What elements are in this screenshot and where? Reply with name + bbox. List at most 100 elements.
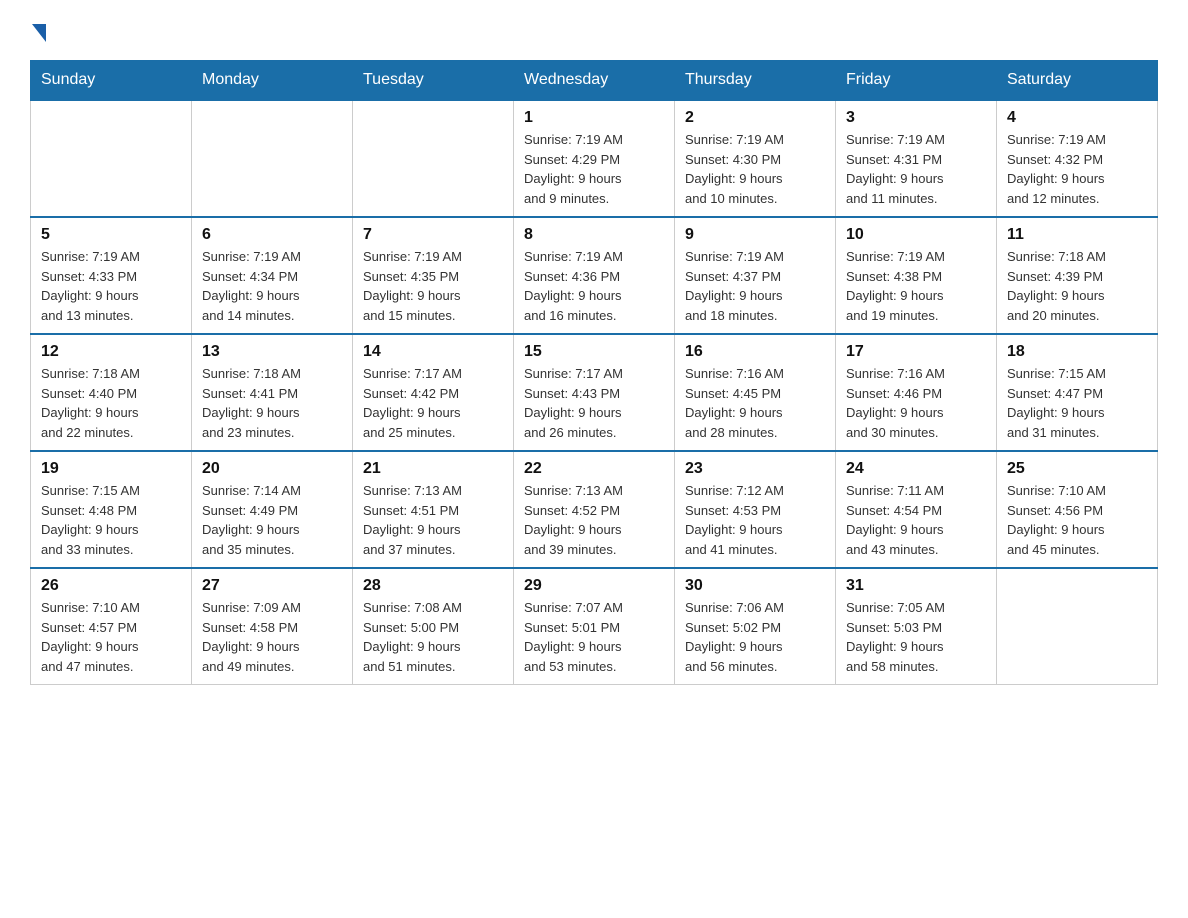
day-info: Sunrise: 7:19 AM Sunset: 4:31 PM Dayligh… — [846, 130, 986, 208]
weekday-header-wednesday: Wednesday — [514, 61, 675, 101]
day-number: 28 — [363, 577, 503, 595]
day-info: Sunrise: 7:19 AM Sunset: 4:30 PM Dayligh… — [685, 130, 825, 208]
calendar-cell: 28 Sunrise: 7:08 AM Sunset: 5:00 PM Dayli… — [353, 568, 514, 685]
day-number: 1 — [524, 109, 664, 127]
day-info: Sunrise: 7:19 AM Sunset: 4:34 PM Dayligh… — [202, 247, 342, 325]
calendar-cell: 3 Sunrise: 7:19 AM Sunset: 4:31 PM Daylig… — [836, 100, 997, 217]
day-info: Sunrise: 7:19 AM Sunset: 4:29 PM Dayligh… — [524, 130, 664, 208]
calendar-table: SundayMondayTuesdayWednesdayThursdayFrid… — [30, 60, 1158, 685]
day-info: Sunrise: 7:12 AM Sunset: 4:53 PM Dayligh… — [685, 481, 825, 559]
day-info: Sunrise: 7:14 AM Sunset: 4:49 PM Dayligh… — [202, 481, 342, 559]
day-info: Sunrise: 7:16 AM Sunset: 4:46 PM Dayligh… — [846, 364, 986, 442]
calendar-cell — [31, 100, 192, 217]
day-info: Sunrise: 7:06 AM Sunset: 5:02 PM Dayligh… — [685, 598, 825, 676]
day-info: Sunrise: 7:19 AM Sunset: 4:35 PM Dayligh… — [363, 247, 503, 325]
day-number: 31 — [846, 577, 986, 595]
day-number: 13 — [202, 343, 342, 361]
day-number: 17 — [846, 343, 986, 361]
calendar-cell: 11 Sunrise: 7:18 AM Sunset: 4:39 PM Dayli… — [997, 217, 1158, 334]
calendar-cell: 23Sunrise: 7:12 AM Sunset: 4:53 PM Dayli… — [675, 451, 836, 568]
calendar-week-row: 12 Sunrise: 7:18 AM Sunset: 4:40 PM Dayli… — [31, 334, 1158, 451]
calendar-cell: 25 Sunrise: 7:10 AM Sunset: 4:56 PM Dayli… — [997, 451, 1158, 568]
day-info: Sunrise: 7:16 AM Sunset: 4:45 PM Dayligh… — [685, 364, 825, 442]
calendar-cell: 12 Sunrise: 7:18 AM Sunset: 4:40 PM Dayli… — [31, 334, 192, 451]
calendar-cell — [997, 568, 1158, 685]
day-info: Sunrise: 7:18 AM Sunset: 4:40 PM Dayligh… — [41, 364, 181, 442]
calendar-cell: 13 Sunrise: 7:18 AM Sunset: 4:41 PM Dayli… — [192, 334, 353, 451]
calendar-week-row: 1 Sunrise: 7:19 AM Sunset: 4:29 PM Daylig… — [31, 100, 1158, 217]
day-number: 20 — [202, 460, 342, 478]
day-number: 15 — [524, 343, 664, 361]
calendar-cell: 21Sunrise: 7:13 AM Sunset: 4:51 PM Dayli… — [353, 451, 514, 568]
day-info: Sunrise: 7:11 AM Sunset: 4:54 PM Dayligh… — [846, 481, 986, 559]
day-number: 12 — [41, 343, 181, 361]
day-number: 27 — [202, 577, 342, 595]
day-number: 21 — [363, 460, 503, 478]
calendar-cell: 10 Sunrise: 7:19 AM Sunset: 4:38 PM Dayli… — [836, 217, 997, 334]
calendar-cell: 16 Sunrise: 7:16 AM Sunset: 4:45 PM Dayli… — [675, 334, 836, 451]
day-number: 7 — [363, 226, 503, 244]
calendar-cell: 5Sunrise: 7:19 AM Sunset: 4:33 PM Daylig… — [31, 217, 192, 334]
day-number: 3 — [846, 109, 986, 127]
day-info: Sunrise: 7:13 AM Sunset: 4:52 PM Dayligh… — [524, 481, 664, 559]
day-info: Sunrise: 7:07 AM Sunset: 5:01 PM Dayligh… — [524, 598, 664, 676]
logo-arrow-icon — [32, 24, 46, 42]
day-number: 8 — [524, 226, 664, 244]
day-info: Sunrise: 7:15 AM Sunset: 4:48 PM Dayligh… — [41, 481, 181, 559]
day-number: 9 — [685, 226, 825, 244]
day-info: Sunrise: 7:19 AM Sunset: 4:32 PM Dayligh… — [1007, 130, 1147, 208]
weekday-header-friday: Friday — [836, 61, 997, 101]
weekday-header-saturday: Saturday — [997, 61, 1158, 101]
day-info: Sunrise: 7:19 AM Sunset: 4:37 PM Dayligh… — [685, 247, 825, 325]
calendar-cell: 27 Sunrise: 7:09 AM Sunset: 4:58 PM Dayli… — [192, 568, 353, 685]
day-number: 14 — [363, 343, 503, 361]
day-info: Sunrise: 7:10 AM Sunset: 4:57 PM Dayligh… — [41, 598, 181, 676]
day-number: 2 — [685, 109, 825, 127]
calendar-cell: 2 Sunrise: 7:19 AM Sunset: 4:30 PM Daylig… — [675, 100, 836, 217]
day-number: 11 — [1007, 226, 1147, 244]
day-number: 29 — [524, 577, 664, 595]
calendar-cell: 22 Sunrise: 7:13 AM Sunset: 4:52 PM Dayli… — [514, 451, 675, 568]
weekday-header-sunday: Sunday — [31, 61, 192, 101]
calendar-cell: 17 Sunrise: 7:16 AM Sunset: 4:46 PM Dayli… — [836, 334, 997, 451]
calendar-cell: 20 Sunrise: 7:14 AM Sunset: 4:49 PM Dayli… — [192, 451, 353, 568]
day-number: 22 — [524, 460, 664, 478]
day-number: 26 — [41, 577, 181, 595]
calendar-cell: 15Sunrise: 7:17 AM Sunset: 4:43 PM Dayli… — [514, 334, 675, 451]
calendar-week-row: 26 Sunrise: 7:10 AM Sunset: 4:57 PM Dayli… — [31, 568, 1158, 685]
weekday-header-monday: Monday — [192, 61, 353, 101]
day-info: Sunrise: 7:17 AM Sunset: 4:42 PM Dayligh… — [363, 364, 503, 442]
calendar-cell: 8 Sunrise: 7:19 AM Sunset: 4:36 PM Daylig… — [514, 217, 675, 334]
calendar-cell — [353, 100, 514, 217]
day-info: Sunrise: 7:09 AM Sunset: 4:58 PM Dayligh… — [202, 598, 342, 676]
weekday-header-tuesday: Tuesday — [353, 61, 514, 101]
day-info: Sunrise: 7:05 AM Sunset: 5:03 PM Dayligh… — [846, 598, 986, 676]
calendar-cell: 4 Sunrise: 7:19 AM Sunset: 4:32 PM Daylig… — [997, 100, 1158, 217]
calendar-cell: 6Sunrise: 7:19 AM Sunset: 4:34 PM Daylig… — [192, 217, 353, 334]
day-number: 16 — [685, 343, 825, 361]
day-number: 24 — [846, 460, 986, 478]
weekday-header-row: SundayMondayTuesdayWednesdayThursdayFrid… — [31, 61, 1158, 101]
day-info: Sunrise: 7:19 AM Sunset: 4:36 PM Dayligh… — [524, 247, 664, 325]
day-info: Sunrise: 7:10 AM Sunset: 4:56 PM Dayligh… — [1007, 481, 1147, 559]
calendar-cell: 7 Sunrise: 7:19 AM Sunset: 4:35 PM Daylig… — [353, 217, 514, 334]
calendar-cell: 30 Sunrise: 7:06 AM Sunset: 5:02 PM Dayli… — [675, 568, 836, 685]
calendar-cell: 29 Sunrise: 7:07 AM Sunset: 5:01 PM Dayli… — [514, 568, 675, 685]
calendar-cell: 31 Sunrise: 7:05 AM Sunset: 5:03 PM Dayli… — [836, 568, 997, 685]
calendar-cell: 9 Sunrise: 7:19 AM Sunset: 4:37 PM Daylig… — [675, 217, 836, 334]
day-number: 10 — [846, 226, 986, 244]
day-number: 19 — [41, 460, 181, 478]
day-info: Sunrise: 7:19 AM Sunset: 4:38 PM Dayligh… — [846, 247, 986, 325]
calendar-week-row: 19 Sunrise: 7:15 AM Sunset: 4:48 PM Dayli… — [31, 451, 1158, 568]
calendar-cell: 1 Sunrise: 7:19 AM Sunset: 4:29 PM Daylig… — [514, 100, 675, 217]
day-info: Sunrise: 7:18 AM Sunset: 4:41 PM Dayligh… — [202, 364, 342, 442]
day-number: 30 — [685, 577, 825, 595]
page-header — [30, 20, 1158, 42]
day-number: 4 — [1007, 109, 1147, 127]
calendar-week-row: 5Sunrise: 7:19 AM Sunset: 4:33 PM Daylig… — [31, 217, 1158, 334]
day-number: 18 — [1007, 343, 1147, 361]
day-info: Sunrise: 7:18 AM Sunset: 4:39 PM Dayligh… — [1007, 247, 1147, 325]
day-info: Sunrise: 7:19 AM Sunset: 4:33 PM Dayligh… — [41, 247, 181, 325]
day-info: Sunrise: 7:08 AM Sunset: 5:00 PM Dayligh… — [363, 598, 503, 676]
day-number: 25 — [1007, 460, 1147, 478]
